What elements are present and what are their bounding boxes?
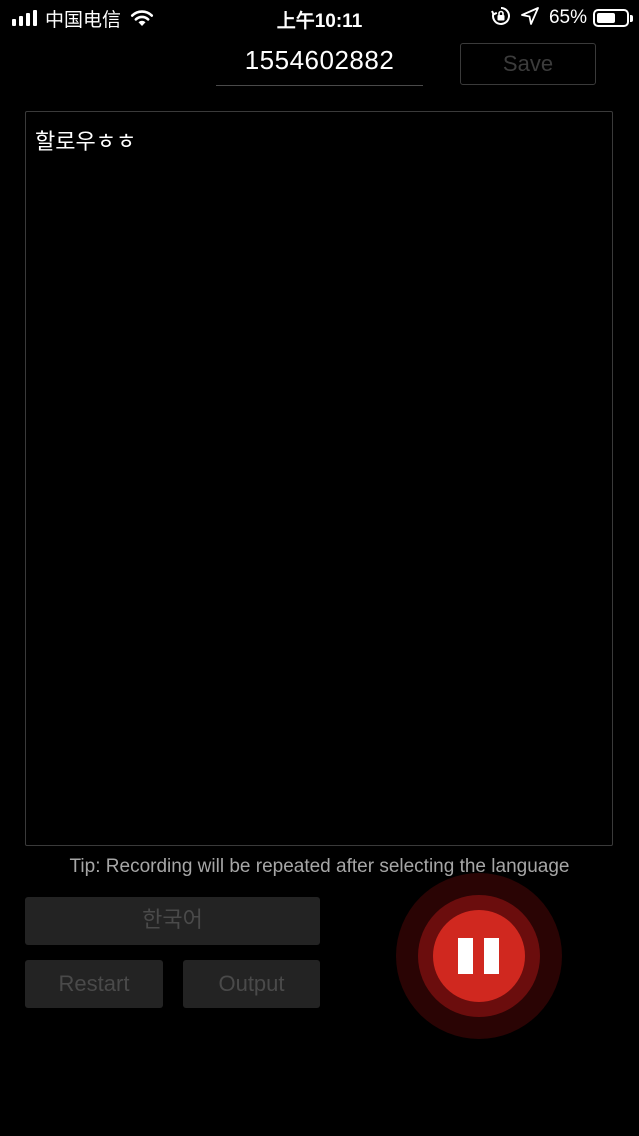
battery-cap	[630, 15, 633, 22]
pause-bar-left	[458, 938, 473, 974]
output-button[interactable]: Output	[183, 960, 320, 1008]
battery-level	[597, 13, 616, 23]
pause-recording-button[interactable]	[433, 910, 525, 1002]
transcript-text: 할로우ㅎㅎ	[35, 130, 137, 155]
id-field[interactable]: 1554602882	[216, 40, 423, 86]
battery-percent: 65%	[548, 7, 587, 28]
orientation-lock-icon	[491, 6, 511, 31]
status-bar: 中国电信 上午10:11 65%	[0, 0, 639, 36]
transcript-textarea[interactable]: 할로우ㅎㅎ	[25, 111, 613, 846]
save-button[interactable]: Save	[460, 43, 596, 85]
restart-button[interactable]: Restart	[25, 960, 163, 1008]
language-button[interactable]: 한국어	[25, 897, 320, 945]
app-screen: 中国电信 上午10:11 65% 1554602882 Save 할로우ㅎㅎ T…	[0, 0, 639, 1136]
location-icon	[521, 6, 539, 30]
tip-text: Tip: Recording will be repeated after se…	[69, 856, 570, 877]
status-bar-right: 65%	[491, 6, 633, 31]
battery-icon	[593, 9, 633, 27]
pause-bar-right	[484, 938, 499, 974]
